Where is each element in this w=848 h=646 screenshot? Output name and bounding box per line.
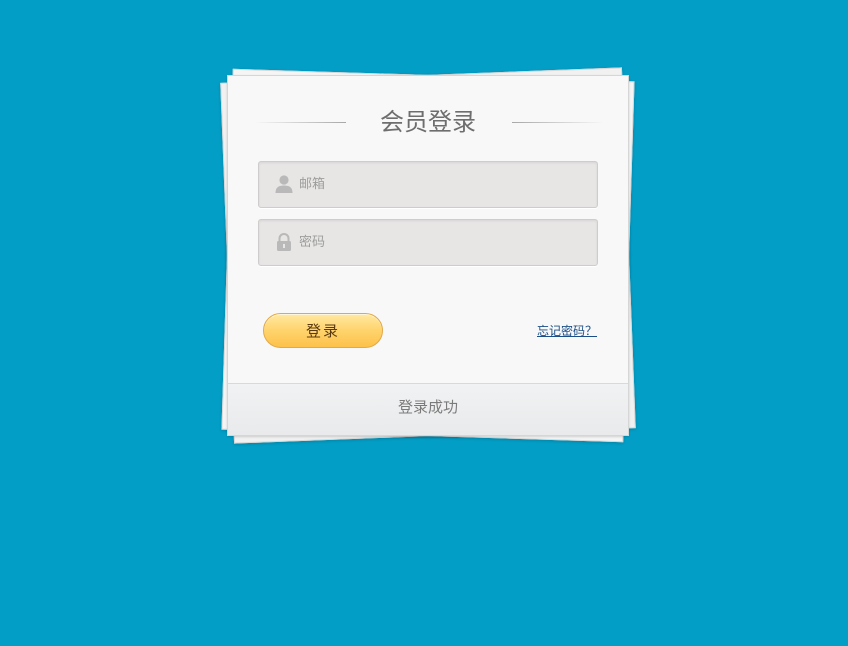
status-footer: 登录成功: [228, 383, 628, 435]
status-message: 登录成功: [397, 398, 458, 416]
page-background: 会员登录 登录 忘记密码？ 登录成功: [0, 0, 848, 646]
title-divider-right: [512, 122, 604, 123]
title-row: 会员登录: [228, 104, 628, 140]
user-icon: [275, 175, 293, 193]
email-input[interactable]: [299, 162, 589, 207]
password-field[interactable]: [258, 219, 598, 266]
login-card: 会员登录 登录 忘记密码？ 登录成功: [227, 75, 629, 436]
email-field[interactable]: [258, 161, 598, 208]
lock-icon: [277, 232, 291, 251]
forgot-password-link[interactable]: 忘记密码？: [537, 323, 597, 339]
password-input[interactable]: [299, 220, 589, 265]
login-button[interactable]: 登录: [263, 313, 383, 348]
